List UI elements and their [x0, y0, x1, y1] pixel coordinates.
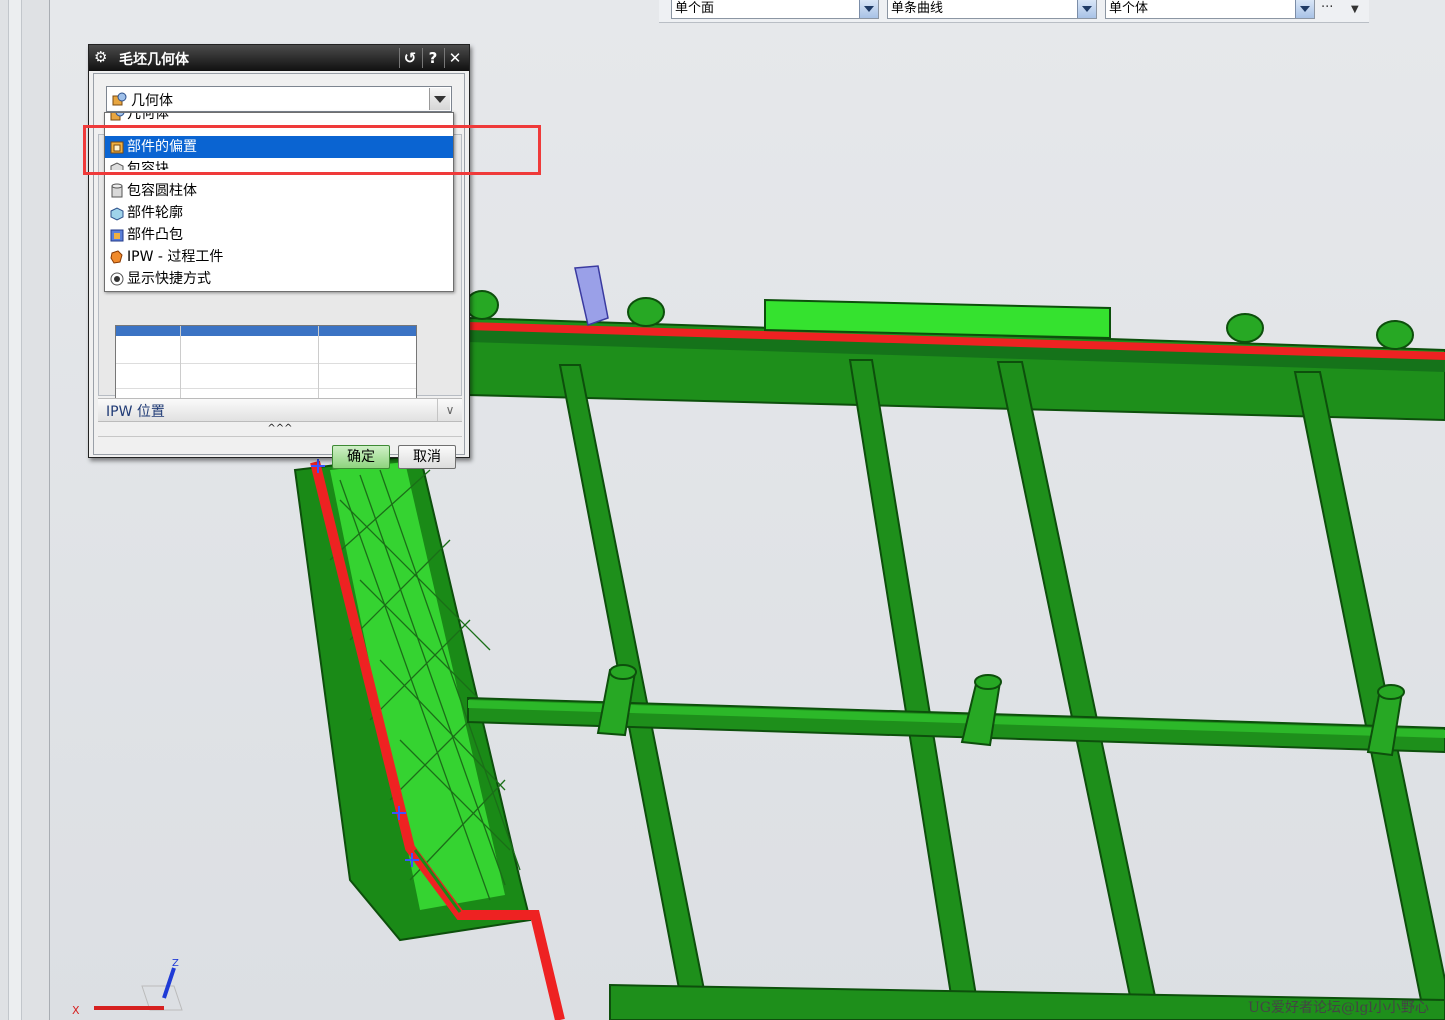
- ok-button[interactable]: 确定: [332, 445, 390, 469]
- cancel-button[interactable]: 取消: [398, 445, 456, 469]
- chevron-down-icon[interactable]: [859, 0, 878, 18]
- gear-icon[interactable]: ⚙: [94, 48, 107, 66]
- option-part-outline[interactable]: 部件轮廓: [105, 202, 453, 224]
- annotation-highlight-box: [83, 125, 541, 175]
- table-row[interactable]: [116, 338, 416, 364]
- option-label: 部件凸包: [127, 227, 183, 243]
- option-show-shortcuts[interactable]: 显示快捷方式: [105, 268, 453, 290]
- body-rule-select[interactable]: 单个体: [1105, 0, 1315, 19]
- dialog-title-bar[interactable]: ⚙ 毛坯几何体 ↺ ? ✕: [89, 45, 469, 71]
- type-select-value: 几何体: [131, 93, 173, 109]
- option-label: 部件轮廓: [127, 205, 183, 221]
- face-rule-select[interactable]: 单个面: [671, 0, 879, 19]
- ipw-position-section[interactable]: IPW 位置 ∨: [98, 398, 462, 422]
- more-options-button[interactable]: ···: [1321, 0, 1333, 20]
- option-label: 包容圆柱体: [127, 183, 197, 199]
- reset-icon[interactable]: ↺: [399, 48, 420, 68]
- ipw-icon: [110, 250, 123, 264]
- resource-bar-track[interactable]: [8, 0, 22, 1020]
- dialog-title: 毛坯几何体: [119, 52, 189, 68]
- close-icon[interactable]: ✕: [444, 48, 465, 68]
- x-axis-label: X: [72, 1004, 80, 1017]
- option-ipw[interactable]: IPW - 过程工件: [105, 246, 453, 268]
- radio-icon: [110, 272, 124, 286]
- option-label: 几何体: [127, 112, 169, 122]
- type-select[interactable]: 几何体: [106, 86, 452, 112]
- chevron-down-icon[interactable]: [1077, 0, 1096, 18]
- watermark: UG爱好者论坛@lgl小小野心: [1248, 1000, 1429, 1016]
- option-part-convex-hull[interactable]: 部件凸包: [105, 224, 453, 246]
- chevron-down-icon[interactable]: [1295, 0, 1314, 18]
- bounding-cylinder-icon: [111, 183, 123, 198]
- help-icon[interactable]: ?: [422, 48, 443, 68]
- curve-rule-value: 单条曲线: [891, 1, 944, 16]
- option-geometry[interactable]: 几何体: [105, 112, 453, 125]
- table-row[interactable]: [116, 363, 416, 389]
- csys-triad: Z X: [72, 958, 183, 1017]
- table-selected-row[interactable]: [116, 326, 416, 336]
- part-convex-hull-icon: [110, 229, 124, 242]
- ipw-position-label: IPW 位置: [106, 404, 165, 420]
- option-label: IPW - 过程工件: [127, 249, 224, 265]
- chevron-down-icon[interactable]: ∨: [437, 399, 462, 421]
- geometry-icon: [110, 113, 125, 121]
- chevron-down-icon[interactable]: [429, 88, 450, 110]
- toolbar-dropdown-icon[interactable]: ▼: [1351, 2, 1359, 22]
- option-bounding-cylinder[interactable]: 包容圆柱体: [105, 180, 453, 202]
- part-outline-icon: [110, 207, 124, 221]
- collapse-toggle[interactable]: ^^^: [98, 424, 462, 437]
- resource-bar: [0, 0, 50, 1020]
- selection-filter-bar: 单个面 单条曲线 单个体 ··· ▼: [659, 0, 1369, 23]
- geometry-icon: [112, 92, 127, 106]
- z-axis-label: Z: [172, 958, 179, 969]
- curve-rule-select[interactable]: 单条曲线: [887, 0, 1097, 19]
- body-rule-value: 单个体: [1109, 1, 1149, 16]
- face-rule-value: 单个面: [675, 1, 715, 16]
- option-label: 显示快捷方式: [127, 271, 211, 287]
